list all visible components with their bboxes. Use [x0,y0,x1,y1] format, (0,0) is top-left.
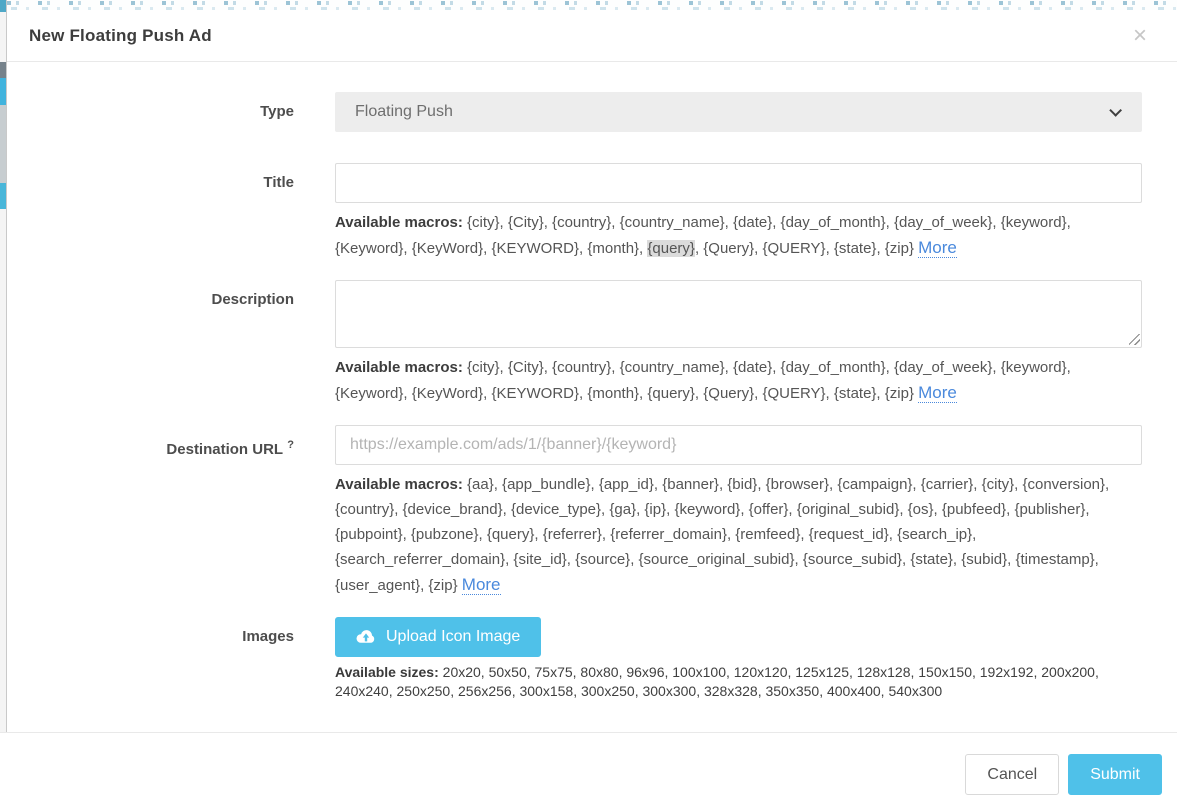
destination-url-label-text: Destination URL [166,441,283,458]
description-more-link[interactable]: More [918,383,957,403]
available-sizes-text: Available sizes: 20x20, 50x50, 75x75, 80… [335,663,1142,701]
title-macros-text: Available macros: {city}, {City}, {count… [335,210,1142,261]
background-top-strip [7,0,1177,10]
destination-url-input[interactable] [335,425,1142,465]
title-label: Title [32,163,294,261]
modal-header: New Floating Push Ad × [7,10,1177,62]
available-sizes-label: Available sizes: [335,664,439,680]
destination-url-label: Destination URL ? [32,425,294,598]
available-sizes-list: 20x20, 50x50, 75x75, 80x80, 96x96, 100x1… [335,664,1099,699]
title-more-link[interactable]: More [918,238,957,258]
form-group-type: Type Floating Push [32,92,1142,132]
title-input[interactable] [335,163,1142,203]
chevron-down-icon [1109,104,1122,117]
sidebar-segment [0,62,6,78]
form-group-destination-url: Destination URL ? Available macros: {aa}… [32,425,1142,598]
form-group-description: Description Available macros: {city}, {C… [32,280,1142,406]
description-textarea[interactable] [335,280,1142,348]
destination-url-macros-list: {aa}, {app_bundle}, {app_id}, {banner}, … [335,476,1109,594]
background-sidebar-strip [0,0,7,733]
type-select-value: Floating Push [355,103,453,121]
close-icon[interactable]: × [1125,20,1155,52]
destination-url-macros-text: Available macros: {aa}, {app_bundle}, {a… [335,472,1142,598]
sidebar-segment-active [0,78,6,105]
cancel-button[interactable]: Cancel [965,754,1059,795]
sidebar-segment [0,209,6,733]
modal-title: New Floating Push Ad [29,26,212,46]
submit-button[interactable]: Submit [1068,754,1162,795]
type-label: Type [32,92,294,132]
description-macros-label: Available macros: [335,359,463,376]
title-macros-after: , {Query}, {QUERY}, {state}, {zip} [695,240,914,257]
destination-url-more-link[interactable]: More [462,575,501,595]
modal-footer: Cancel Submit [0,732,1177,808]
sidebar-segment [0,183,6,209]
sidebar-segment [0,12,6,62]
new-floating-push-ad-modal: New Floating Push Ad × Type Floating Pus… [7,10,1177,808]
title-macros-label: Available macros: [335,214,463,231]
description-macros-text: Available macros: {city}, {City}, {count… [335,355,1142,406]
destination-url-macros-label: Available macros: [335,476,463,493]
sidebar-segment [0,0,6,12]
description-label: Description [32,280,294,406]
sidebar-segment [0,105,6,183]
cloud-upload-icon [356,630,376,645]
help-question-icon[interactable]: ? [287,439,294,451]
modal-body: Type Floating Push Title Available macro… [7,62,1177,701]
type-select[interactable]: Floating Push [335,92,1142,132]
upload-icon-image-button[interactable]: Upload Icon Image [335,617,541,657]
images-label: Images [32,617,294,701]
upload-button-label: Upload Icon Image [386,628,520,646]
form-group-images: Images Upload Icon Image Available sizes… [32,617,1142,701]
title-macro-query-highlight: {query} [647,240,695,257]
form-group-title: Title Available macros: {city}, {City}, … [32,163,1142,261]
